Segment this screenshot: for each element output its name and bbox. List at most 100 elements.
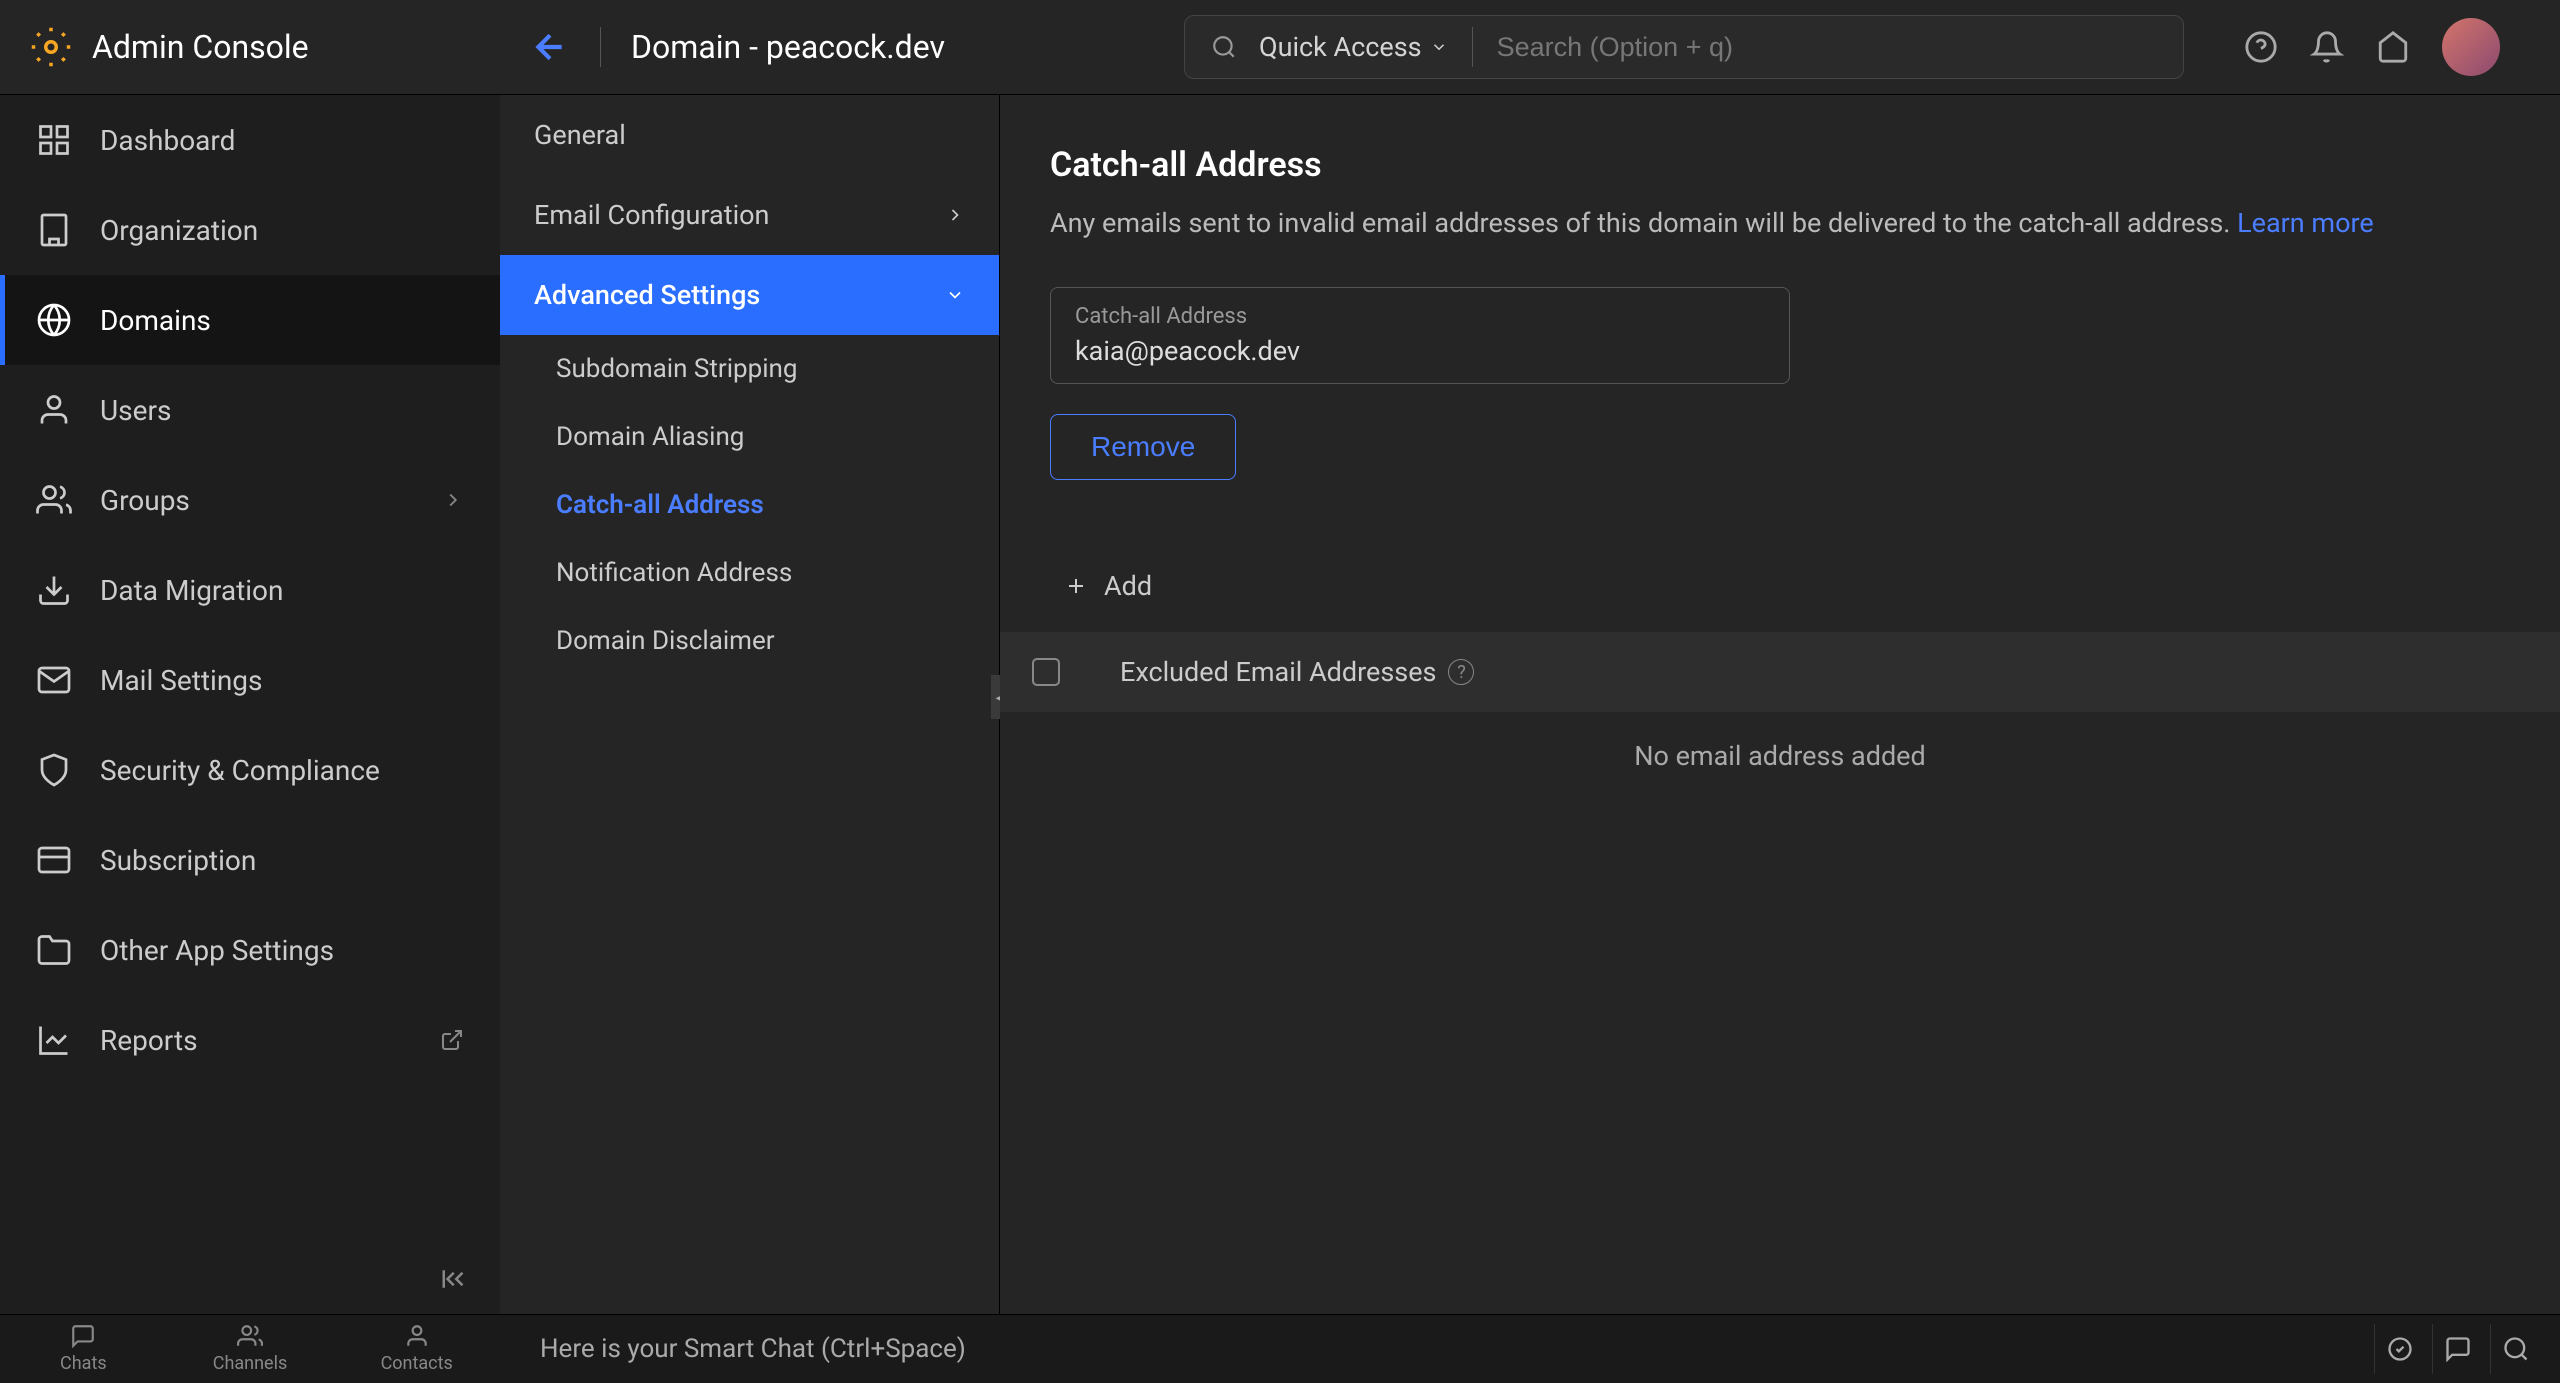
empty-state: No email address added: [1050, 712, 2510, 800]
content-description: Any emails sent to invalid email address…: [1050, 207, 2510, 239]
subnav-sub-item-domain-disclaimer[interactable]: Domain Disclaimer: [500, 607, 999, 675]
bottom-icon-3[interactable]: [2490, 1324, 2540, 1374]
divider: [1472, 27, 1473, 67]
subnav-sub-label: Notification Address: [556, 558, 792, 588]
search-icon: [1211, 34, 1237, 60]
chevron-right-icon: [945, 205, 965, 225]
nav-label: Dashboard: [100, 124, 235, 157]
divider: [600, 27, 601, 67]
dashboard-icon: [36, 122, 72, 158]
excluded-header: Excluded Email Addresses ?: [1000, 632, 2560, 712]
nav-item-mail-settings[interactable]: Mail Settings: [0, 635, 500, 725]
subnav-label: Email Configuration: [534, 199, 769, 231]
nav-label: Mail Settings: [100, 664, 262, 697]
subnav-sub-label: Domain Aliasing: [556, 422, 744, 452]
users-icon: [36, 482, 72, 518]
chevron-down-icon: [1430, 38, 1448, 56]
subnav-item-general[interactable]: General: [500, 95, 999, 175]
subnav-sub-label: Catch-all Address: [556, 490, 764, 520]
search-input[interactable]: [1497, 32, 2157, 63]
catchall-field[interactable]: Catch-all Address kaia@peacock.dev: [1050, 287, 1790, 384]
page-title: Domain - peacock.dev: [631, 28, 945, 66]
bottom-tab-chats[interactable]: Chats: [0, 1315, 167, 1383]
avatar[interactable]: [2442, 18, 2500, 76]
chevron-down-icon: [945, 285, 965, 305]
help-icon[interactable]: ?: [1448, 659, 1474, 685]
bottom-tab-channels[interactable]: Channels: [167, 1315, 334, 1383]
plus-icon: [1064, 574, 1088, 598]
quick-access-label: Quick Access: [1259, 31, 1422, 63]
bottom-tab-contacts[interactable]: Contacts: [333, 1315, 500, 1383]
nav-label: Users: [100, 394, 171, 427]
nav-label: Reports: [100, 1024, 198, 1057]
nav-label: Subscription: [100, 844, 256, 877]
brand-logo-icon: [30, 26, 72, 68]
card-icon: [36, 842, 72, 878]
header-icons: [2244, 18, 2500, 76]
quick-access-dropdown[interactable]: Quick Access: [1259, 31, 1448, 63]
nav-item-users[interactable]: Users: [0, 365, 500, 455]
field-label: Catch-all Address: [1075, 304, 1765, 329]
add-label: Add: [1104, 570, 1152, 602]
nav-item-organization[interactable]: Organization: [0, 185, 500, 275]
folder-icon: [36, 932, 72, 968]
bottom-right-icons: [2374, 1324, 2560, 1374]
subnav-item-email-configuration[interactable]: Email Configuration: [500, 175, 999, 255]
excluded-title: Excluded Email Addresses ?: [1120, 656, 1474, 688]
left-nav: Dashboard Organization Domains Users Groups D…: [0, 95, 500, 1314]
help-icon[interactable]: [2244, 30, 2278, 64]
select-all-checkbox[interactable]: [1032, 658, 1060, 686]
bottom-tabs: ChatsChannelsContacts: [0, 1315, 500, 1383]
sub-nav: General Email Configuration Advanced Setti…: [500, 95, 1000, 1314]
nav-item-security-compliance[interactable]: Security & Compliance: [0, 725, 500, 815]
nav-item-dashboard[interactable]: Dashboard: [0, 95, 500, 185]
top-header: Admin Console Domain - peacock.dev Quick…: [0, 0, 2560, 95]
external-link-icon: [440, 1028, 464, 1052]
back-button[interactable]: [530, 27, 570, 67]
nav-label: Groups: [100, 484, 190, 517]
search-bar[interactable]: Quick Access: [1184, 15, 2184, 79]
bottom-icon-2[interactable]: [2432, 1324, 2482, 1374]
brand[interactable]: Admin Console: [0, 0, 500, 94]
nav-item-subscription[interactable]: Subscription: [0, 815, 500, 905]
nav-item-data-migration[interactable]: Data Migration: [0, 545, 500, 635]
bell-icon[interactable]: [2310, 30, 2344, 64]
home-icon[interactable]: [2376, 30, 2410, 64]
chevron-right-icon: [442, 489, 464, 511]
nav-item-reports[interactable]: Reports: [0, 995, 500, 1085]
learn-more-link[interactable]: Learn more: [2237, 207, 2374, 239]
nav-label: Domains: [100, 304, 211, 337]
add-button[interactable]: Add: [1064, 570, 2510, 602]
shield-icon: [36, 752, 72, 788]
subnav-sub-item-subdomain-stripping[interactable]: Subdomain Stripping: [500, 335, 999, 403]
nav-label: Security & Compliance: [100, 754, 380, 787]
building-icon: [36, 212, 72, 248]
smart-chat-label[interactable]: Here is your Smart Chat (Ctrl+Space): [500, 1334, 2374, 1364]
field-value: kaia@peacock.dev: [1075, 335, 1765, 367]
subnav-sub-item-notification-address[interactable]: Notification Address: [500, 539, 999, 607]
globe-icon: [36, 302, 72, 338]
nav-item-domains[interactable]: Domains: [0, 275, 500, 365]
subnav-item-advanced-settings[interactable]: Advanced Settings: [500, 255, 999, 335]
nav-item-other-app-settings[interactable]: Other App Settings: [0, 905, 500, 995]
remove-button[interactable]: Remove: [1050, 414, 1236, 480]
user-icon: [36, 392, 72, 428]
subnav-label: Advanced Settings: [534, 279, 760, 311]
collapse-nav-icon[interactable]: [440, 1264, 470, 1294]
subnav-label: General: [534, 119, 626, 151]
content-area: Catch-all Address Any emails sent to inv…: [1000, 95, 2560, 1314]
content-title: Catch-all Address: [1050, 145, 2510, 185]
subnav-sub-label: Subdomain Stripping: [556, 354, 798, 384]
bottom-icon-1[interactable]: [2374, 1324, 2424, 1374]
subnav-sub-item-domain-aliasing[interactable]: Domain Aliasing: [500, 403, 999, 471]
subnav-sub-item-catch-all-address[interactable]: Catch-all Address: [500, 471, 999, 539]
header-main: Domain - peacock.dev Quick Access: [500, 15, 2560, 79]
nav-item-groups[interactable]: Groups: [0, 455, 500, 545]
bottom-bar: ChatsChannelsContacts Here is your Smart…: [0, 1314, 2560, 1382]
subnav-sub-label: Domain Disclaimer: [556, 626, 775, 656]
chats-icon: [70, 1323, 96, 1349]
brand-text: Admin Console: [92, 28, 309, 66]
nav-label: Data Migration: [100, 574, 284, 607]
channels-icon: [237, 1323, 263, 1349]
chart-icon: [36, 1022, 72, 1058]
